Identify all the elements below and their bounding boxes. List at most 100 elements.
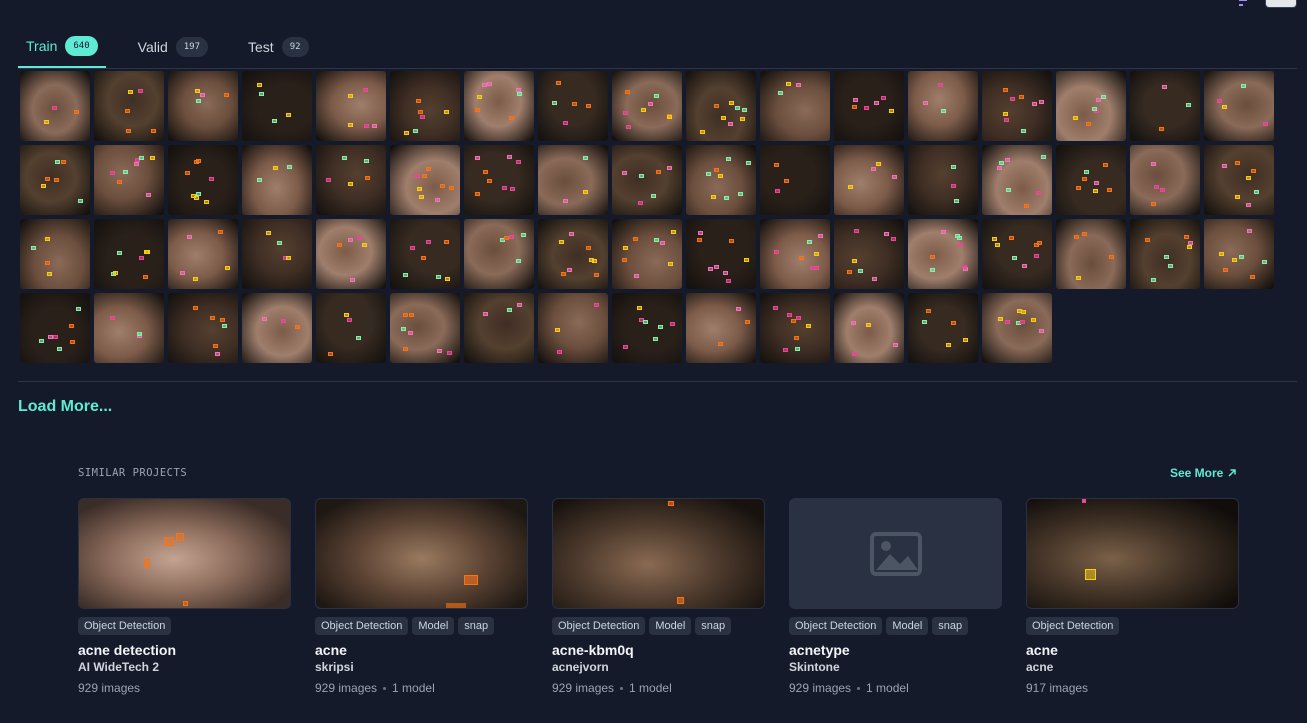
dataset-image-thumbnail[interactable] [1204,219,1274,289]
annotation-box [186,235,192,240]
dataset-image-thumbnail[interactable] [908,219,978,289]
annotation-box [810,265,816,270]
see-more-link[interactable]: See More [1170,466,1237,480]
grid-view-button[interactable] [1265,0,1297,8]
dataset-image-thumbnail[interactable] [1130,219,1200,289]
dataset-image-thumbnail[interactable] [390,145,460,215]
dataset-image-thumbnail[interactable] [538,145,608,215]
annotation-box [884,232,890,237]
dataset-image-thumbnail[interactable] [760,293,830,363]
dataset-image-thumbnail[interactable] [94,293,164,363]
dataset-image-thumbnail[interactable] [168,219,238,289]
project-cover-image [552,498,765,609]
dataset-image-thumbnail[interactable] [390,71,460,141]
dataset-image-thumbnail[interactable] [20,71,90,141]
annotation-box [953,198,959,203]
annotation-box [486,178,492,183]
dataset-image-thumbnail[interactable] [612,71,682,141]
dataset-image-thumbnail[interactable] [1056,71,1126,141]
dataset-image-thumbnail[interactable] [464,145,534,215]
dataset-image-thumbnail[interactable] [464,71,534,141]
dataset-image-thumbnail[interactable] [94,219,164,289]
annotation-box [950,164,956,169]
dataset-image-thumbnail[interactable] [242,219,312,289]
annotation-box [415,174,421,179]
dataset-image-thumbnail[interactable] [316,293,386,363]
tab-test[interactable]: Test 92 [240,26,317,68]
dataset-image-thumbnail[interactable] [686,145,756,215]
dataset-image-thumbnail[interactable] [538,219,608,289]
dataset-image-thumbnail[interactable] [20,219,90,289]
annotation-box [419,194,425,199]
dataset-image-thumbnail[interactable] [168,293,238,363]
dataset-image-thumbnail[interactable] [834,71,904,141]
dataset-image-thumbnail[interactable] [686,71,756,141]
project-card[interactable]: Object Detection acne detection AI WideT… [78,498,291,695]
annotation-box [476,94,482,99]
dataset-image-thumbnail[interactable] [1056,145,1126,215]
dataset-image-thumbnail[interactable] [834,219,904,289]
dataset-image-thumbnail[interactable] [1130,145,1200,215]
annotation-box [745,160,751,165]
dataset-image-thumbnail[interactable] [834,145,904,215]
dataset-image-thumbnail[interactable] [1204,71,1274,141]
tab-train[interactable]: Train 640 [18,26,106,68]
dataset-image-thumbnail[interactable] [834,293,904,363]
dataset-image-thumbnail[interactable] [316,71,386,141]
dataset-image-thumbnail[interactable] [242,293,312,363]
dataset-image-thumbnail[interactable] [168,71,238,141]
dataset-image-thumbnail[interactable] [1130,71,1200,141]
dataset-image-thumbnail[interactable] [316,219,386,289]
dataset-image-thumbnail[interactable] [390,293,460,363]
dataset-image-thumbnail[interactable] [94,145,164,215]
dataset-image-thumbnail[interactable] [612,145,682,215]
dataset-image-thumbnail[interactable] [908,145,978,215]
dataset-image-thumbnail[interactable] [612,293,682,363]
annotation-box [995,242,1001,247]
dataset-image-thumbnail[interactable] [390,219,460,289]
annotation-box [937,82,943,87]
dataset-image-thumbnail[interactable] [316,145,386,215]
dataset-image-thumbnail[interactable] [686,293,756,363]
project-card[interactable]: Object Detection Model snap acne-kbm0q a… [552,498,765,695]
dataset-image-thumbnail[interactable] [982,71,1052,141]
dataset-image-thumbnail[interactable] [242,71,312,141]
dataset-image-thumbnail[interactable] [20,293,90,363]
dataset-image-thumbnail[interactable] [464,219,534,289]
dataset-image-thumbnail[interactable] [982,293,1052,363]
annotation-box [506,155,512,160]
dataset-image-thumbnail[interactable] [538,293,608,363]
annotation-box [280,318,286,323]
dataset-image-thumbnail[interactable] [1204,145,1274,215]
annotation-box [1009,97,1015,102]
sort-icon[interactable] [1237,0,1253,7]
image-placeholder-icon [869,531,922,576]
dataset-image-thumbnail[interactable] [982,219,1052,289]
annotation-box [560,272,566,277]
project-card[interactable]: Object Detection Model snap acne skripsi… [315,498,528,695]
dataset-image-thumbnail[interactable] [982,145,1052,215]
dataset-image-thumbnail[interactable] [686,219,756,289]
dataset-image-thumbnail[interactable] [1056,219,1126,289]
dataset-image-thumbnail[interactable] [94,71,164,141]
annotation-box [145,250,151,255]
dataset-image-thumbnail[interactable] [242,145,312,215]
project-card[interactable]: Object Detection Model snap acnetype Ski… [789,498,1002,695]
load-more-button[interactable]: Load More... [18,398,112,416]
dataset-image-thumbnail[interactable] [908,71,978,141]
dataset-image-thumbnail[interactable] [760,219,830,289]
dataset-image-thumbnail[interactable] [908,293,978,363]
dataset-image-thumbnail[interactable] [612,219,682,289]
dataset-image-thumbnail[interactable] [760,145,830,215]
annotation-box [203,199,209,204]
dataset-image-thumbnail[interactable] [760,71,830,141]
annotation-box [516,88,522,93]
tab-valid[interactable]: Valid 197 [130,26,216,68]
dataset-image-thumbnail[interactable] [168,145,238,215]
annotation-box [436,274,442,279]
annotation-box [45,176,51,181]
project-card[interactable]: Object Detection acne acne 917 images [1026,498,1239,695]
dataset-image-thumbnail[interactable] [20,145,90,215]
dataset-image-thumbnail[interactable] [464,293,534,363]
dataset-image-thumbnail[interactable] [538,71,608,141]
